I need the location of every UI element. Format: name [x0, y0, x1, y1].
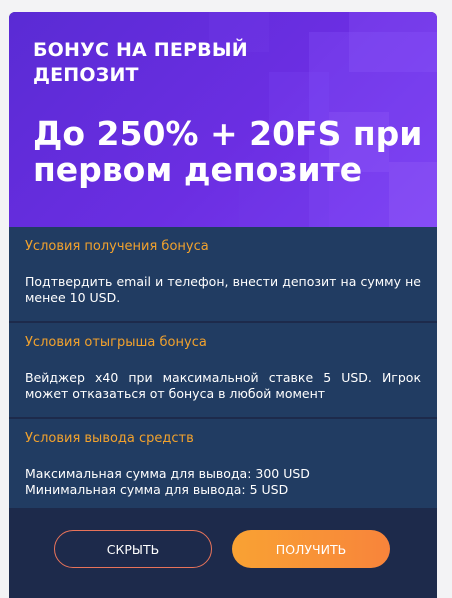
section-title: Условия получения бонуса — [25, 239, 209, 254]
section-bonus-conditions: Условия получения бонуса Подтвердить ema… — [9, 227, 437, 321]
section-text: Вейджер x40 при максимальной ставке 5 US… — [25, 370, 421, 401]
withdrawal-max-line: Максимальная сумма для вывода: 300 USD — [25, 466, 310, 481]
section-withdrawal-conditions: Условия вывода средств Максимальная сумм… — [9, 419, 437, 508]
hide-button[interactable]: СКРЫТЬ — [54, 530, 212, 568]
section-wagering-conditions: Условия отыгрыша бонуса Вейджер x40 при … — [9, 323, 437, 417]
banner-subtitle: БОНУС НА ПЕРВЫЙ ДЕПОЗИТ — [33, 39, 248, 86]
section-title: Условия отыгрыша бонуса — [25, 335, 207, 350]
withdrawal-min-line: Минимальная сумма для вывода: 5 USD — [25, 482, 289, 497]
section-title: Условия вывода средств — [25, 431, 194, 446]
section-text: Максимальная сумма для вывода: 300 USD М… — [25, 466, 421, 498]
get-bonus-button[interactable]: ПОЛУЧИТЬ — [232, 530, 390, 568]
banner-pixel-decor — [349, 12, 437, 72]
bonus-banner: БОНУС НА ПЕРВЫЙ ДЕПОЗИТ До 250% + 20FS п… — [9, 12, 437, 227]
banner-title: До 250% + 20FS при первом депозите — [33, 114, 423, 189]
section-text: Подтвердить email и телефон, внести депо… — [25, 274, 421, 305]
bonus-card: БОНУС НА ПЕРВЫЙ ДЕПОЗИТ До 250% + 20FS п… — [9, 12, 437, 598]
